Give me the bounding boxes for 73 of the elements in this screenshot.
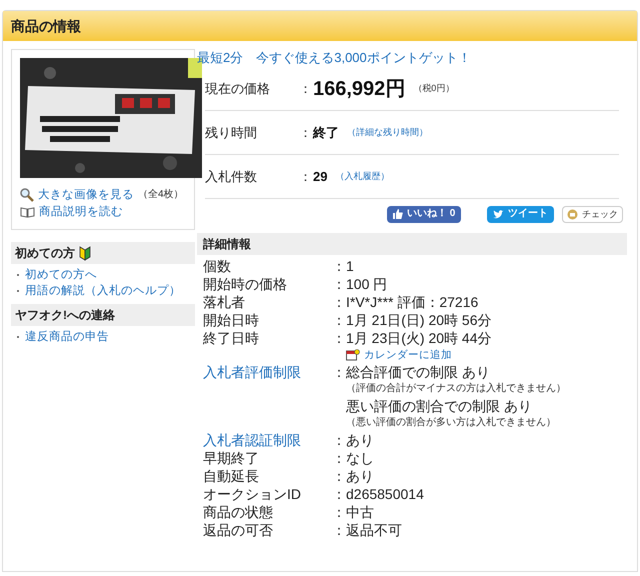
detail-label: 返品の可否 bbox=[203, 521, 274, 539]
sidebar-link[interactable]: 初めての方へ bbox=[25, 267, 97, 283]
colon: ： bbox=[332, 431, 346, 449]
detail-label: 開始時の価格 bbox=[203, 275, 288, 293]
summary-link[interactable]: （詳細な残り時間） bbox=[347, 126, 428, 140]
colon: ： bbox=[332, 257, 346, 275]
calendar-icon bbox=[346, 349, 360, 361]
colon: ： bbox=[299, 124, 312, 142]
detail-value: あり bbox=[346, 431, 374, 449]
detail-label: 早期終了 bbox=[203, 449, 260, 467]
colon: ： bbox=[332, 275, 346, 293]
like-button[interactable]: いいね！ 0 bbox=[387, 206, 462, 222]
summary-label: 入札件数 bbox=[205, 168, 258, 186]
colon: ： bbox=[332, 521, 346, 539]
colon: ： bbox=[332, 311, 346, 329]
tweet-button[interactable]: ツイート bbox=[487, 206, 554, 222]
detail-value: I*V*J*** 評価：27216 bbox=[346, 293, 478, 311]
detail-note: （悪い評価の割合が多い方は入札できません） bbox=[346, 416, 556, 430]
colon: ： bbox=[332, 363, 346, 381]
colon: ： bbox=[332, 293, 346, 311]
magnifier-icon bbox=[20, 188, 34, 202]
summary-value: 終了 bbox=[313, 124, 339, 142]
detail-value: あり bbox=[346, 467, 374, 485]
panel-title: 商品の情報 bbox=[11, 16, 81, 36]
detail-label: 個数 bbox=[203, 257, 232, 275]
summary-label: 現在の価格 bbox=[205, 80, 271, 98]
summary-value: 29 bbox=[313, 168, 328, 186]
thumbs-up-icon bbox=[393, 209, 403, 219]
detail-label: 開始日時 bbox=[203, 311, 260, 329]
image-count: （全4枚） bbox=[138, 188, 184, 202]
calendar-link[interactable]: カレンダーに追加 bbox=[364, 347, 452, 363]
beginner-mark-icon bbox=[79, 246, 91, 260]
detail-value: d265850014 bbox=[346, 485, 424, 503]
detail-label: 商品の状態 bbox=[203, 503, 274, 521]
detail-label[interactable]: 入札者評価制限 bbox=[203, 363, 332, 381]
image-link[interactable]: 大きな画像を見る bbox=[38, 187, 134, 203]
details-title: 詳細情報 bbox=[203, 236, 251, 253]
image-link[interactable]: 商品説明を読む bbox=[39, 204, 123, 220]
detail-value: 1 bbox=[346, 257, 354, 275]
detail-value: 中古 bbox=[346, 503, 374, 521]
colon: ： bbox=[299, 80, 313, 98]
detail-value: なし bbox=[346, 449, 374, 467]
summary-link[interactable]: （入札履歴） bbox=[335, 170, 390, 184]
colon: ： bbox=[332, 503, 346, 521]
colon: ： bbox=[332, 329, 346, 347]
colon: ： bbox=[299, 168, 313, 186]
detail-value: 1月 21日(日) 20時 56分 bbox=[346, 311, 492, 329]
detail-value: 100 円 bbox=[346, 275, 388, 293]
promo-link[interactable]: 最短2分 今すぐ使える3,000ポイントゲット！ bbox=[197, 49, 627, 67]
colon: ： bbox=[332, 449, 346, 467]
summary-value: 166,992円 bbox=[313, 76, 406, 102]
summary-label: 残り時間 bbox=[205, 124, 258, 142]
detail-value: 悪い評価の割合での制限 あり bbox=[346, 397, 532, 415]
detail-label[interactable]: 入札者認証制限 bbox=[203, 431, 332, 449]
detail-value: 1月 23日(火) 20時 44分 bbox=[346, 329, 492, 347]
detail-label: 落札者 bbox=[203, 293, 246, 311]
sidebar-title: 初めての方 bbox=[15, 245, 75, 262]
colon: ： bbox=[332, 485, 346, 503]
detail-value: 返品不可 bbox=[346, 521, 402, 539]
detail-label: 自動延長 bbox=[203, 467, 260, 485]
bird-icon bbox=[493, 210, 504, 218]
tax-note: （税0円） bbox=[413, 82, 454, 95]
check-button[interactable]: チェック bbox=[562, 206, 623, 222]
sidebar-title: ヤフオク!への連絡 bbox=[15, 307, 115, 324]
mixi-logo-icon bbox=[567, 208, 578, 220]
colon: ： bbox=[332, 467, 346, 485]
detail-note: （評価の合計がマイナスの方は入札できません） bbox=[346, 382, 566, 396]
detail-value: 総合評価での制限 あり bbox=[346, 363, 490, 381]
detail-label: 終了日時 bbox=[203, 329, 260, 347]
sidebar-link[interactable]: 用語の解説（入札のヘルプ） bbox=[25, 283, 181, 299]
sidebar-link[interactable]: 違反商品の申告 bbox=[25, 329, 109, 345]
detail-label: オークションID bbox=[203, 485, 302, 503]
book-icon bbox=[20, 206, 35, 218]
